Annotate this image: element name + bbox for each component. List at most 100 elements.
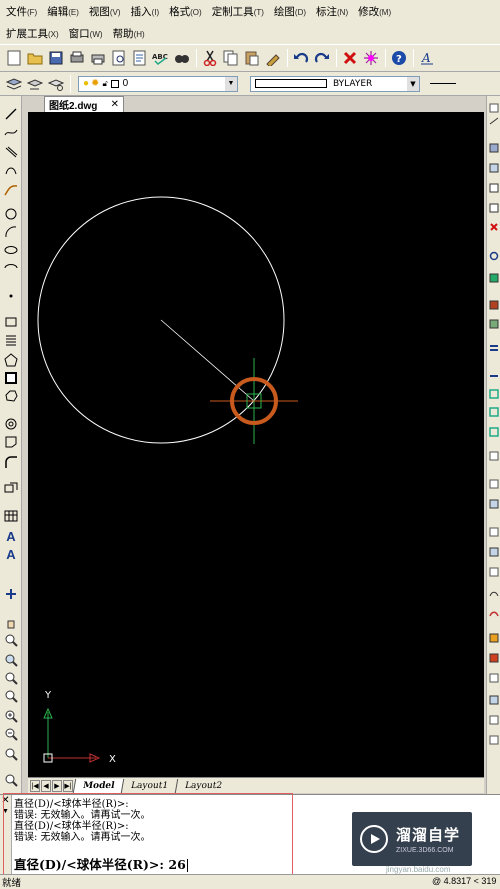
- block-insert-icon[interactable]: [3, 480, 19, 496]
- ray-icon[interactable]: [3, 126, 19, 142]
- explode-icon[interactable]: [361, 48, 381, 68]
- layer-lock-icon: 🔓︎: [102, 78, 108, 88]
- close-icon[interactable]: ✕: [111, 99, 119, 110]
- close-icon[interactable]: ✕: [0, 795, 11, 806]
- ucs-icon: [43, 707, 101, 763]
- zoom-window-icon[interactable]: [3, 652, 19, 668]
- toolbar-separator: [196, 49, 197, 67]
- point-icon[interactable]: [3, 288, 19, 304]
- first-tab-icon[interactable]: |◀: [30, 779, 40, 792]
- drawing-area[interactable]: Y X: [28, 112, 484, 777]
- region-icon[interactable]: [3, 370, 19, 386]
- linetype-dropdown[interactable]: BYLAYER ▼: [250, 75, 420, 92]
- play-logo-icon: [360, 825, 388, 853]
- next-tab-icon[interactable]: ▶: [52, 779, 62, 792]
- modify-toolbar-icons[interactable]: [487, 96, 500, 826]
- toolbar-separator: [287, 49, 288, 67]
- command-input-value[interactable]: 26: [168, 857, 185, 872]
- watermark-subtitle: ZIXUE.3D66.COM: [396, 847, 454, 854]
- text-cursor: [186, 859, 188, 872]
- lineweight-preview[interactable]: [430, 83, 456, 84]
- find-icon[interactable]: [172, 48, 192, 68]
- arc-icon[interactable]: [3, 224, 19, 240]
- zoom-out-icon[interactable]: [3, 726, 19, 742]
- help-icon[interactable]: ?: [389, 48, 409, 68]
- hand-icon[interactable]: [3, 614, 19, 630]
- polyline-icon[interactable]: [3, 144, 19, 160]
- single-line-text-icon[interactable]: A: [3, 546, 19, 562]
- zoom-scale-icon[interactable]: [3, 688, 19, 704]
- table-icon[interactable]: [3, 508, 19, 524]
- redo-icon[interactable]: [312, 48, 332, 68]
- zoom-dynamic-icon[interactable]: [3, 670, 19, 686]
- zoom-realtime-icon[interactable]: [3, 632, 19, 648]
- menu-row1-2[interactable]: 视图(V): [89, 4, 121, 19]
- zoom-extents-icon[interactable]: [3, 772, 19, 788]
- fillet-icon[interactable]: [3, 454, 19, 470]
- watermark: 溜溜自学 ZIXUE.3D66.COM: [352, 812, 472, 866]
- wipeout-icon[interactable]: [3, 434, 19, 450]
- chevron-down-icon[interactable]: ▼: [225, 76, 237, 91]
- publish-icon[interactable]: [130, 48, 150, 68]
- menu-row1-4[interactable]: 格式(O): [169, 4, 202, 19]
- match-properties-icon[interactable]: [263, 48, 283, 68]
- pan-realtime-icon[interactable]: [3, 586, 19, 602]
- layer-previous-icon[interactable]: [25, 74, 45, 94]
- layer-state-icon[interactable]: [46, 74, 66, 94]
- plot-icon[interactable]: [67, 48, 87, 68]
- drawing-canvas[interactable]: Y X: [28, 112, 484, 777]
- command-window-handle[interactable]: ✕ ▼: [0, 795, 12, 875]
- menu-row1-1[interactable]: 编辑(E): [47, 4, 79, 19]
- command-input[interactable]: 直径(D)/<球体半径(R)>: 26: [14, 854, 188, 873]
- save-icon[interactable]: [46, 48, 66, 68]
- arc-segment-icon[interactable]: [3, 163, 19, 179]
- document-tab[interactable]: 图纸2.dwg ✕: [44, 96, 124, 112]
- coordinate-readout: @ 4.8317 < 319: [432, 876, 497, 886]
- copy-icon[interactable]: [221, 48, 241, 68]
- menu-row1-0[interactable]: 文件(F): [6, 4, 37, 19]
- layer-manager-icon[interactable]: [4, 74, 24, 94]
- print-preview-icon[interactable]: [109, 48, 129, 68]
- prev-tab-icon[interactable]: ◀: [41, 779, 51, 792]
- tab-model[interactable]: Model: [72, 778, 124, 793]
- rectangle-icon[interactable]: [3, 314, 19, 330]
- menu-row1-5[interactable]: 定制工具(T): [212, 4, 264, 19]
- paste-icon[interactable]: [242, 48, 262, 68]
- open-folder-icon[interactable]: [25, 48, 45, 68]
- spell-check-icon[interactable]: ABC: [151, 48, 171, 68]
- circle-icon[interactable]: [3, 206, 19, 222]
- ellipse-arc-icon[interactable]: [3, 260, 19, 276]
- zoom-all-icon[interactable]: [3, 746, 19, 762]
- menu-row2-1[interactable]: 窗口(W): [69, 26, 103, 41]
- chevron-down-icon[interactable]: ▼: [407, 76, 419, 91]
- delete-icon[interactable]: [340, 48, 360, 68]
- text-style-icon[interactable]: A: [417, 48, 437, 68]
- menu-row1-7[interactable]: 标注(N): [316, 4, 348, 19]
- menu-row1-8[interactable]: 修改(M): [358, 4, 391, 19]
- chevron-down-icon[interactable]: ▼: [0, 808, 11, 815]
- spline-icon[interactable]: [3, 182, 19, 198]
- tab-layout1[interactable]: Layout1: [121, 778, 178, 793]
- line-icon[interactable]: [3, 106, 19, 122]
- menu-row2-0[interactable]: 扩展工具(X): [6, 26, 59, 41]
- tab-layout2[interactable]: Layout2: [175, 778, 232, 793]
- new-file-icon[interactable]: [4, 48, 24, 68]
- toolbar-separator: [413, 49, 414, 67]
- zoom-in-icon[interactable]: [3, 708, 19, 724]
- revision-cloud-icon[interactable]: [3, 388, 19, 404]
- layer-dropdown[interactable]: ● ✹ 🔓︎ 0 ▼: [78, 75, 238, 92]
- menu-row1-6[interactable]: 绘图(D): [274, 4, 306, 19]
- hatch-icon[interactable]: [3, 332, 19, 348]
- last-tab-icon[interactable]: ▶|: [63, 779, 73, 792]
- multiline-text-icon[interactable]: A: [3, 528, 19, 544]
- layers-toolbar: ● ✹ 🔓︎ 0 ▼ BYLAYER ▼: [0, 72, 500, 96]
- undo-icon[interactable]: [291, 48, 311, 68]
- print-icon[interactable]: [88, 48, 108, 68]
- ellipse-icon[interactable]: [3, 242, 19, 258]
- menu-row1-3[interactable]: 插入(I): [131, 4, 160, 19]
- donut-icon[interactable]: [3, 416, 19, 432]
- menu-row2-2[interactable]: 帮助(H): [113, 26, 145, 41]
- polygon-icon[interactable]: [3, 352, 19, 368]
- cut-icon[interactable]: [200, 48, 220, 68]
- menu-item-label: 插入: [130, 5, 152, 18]
